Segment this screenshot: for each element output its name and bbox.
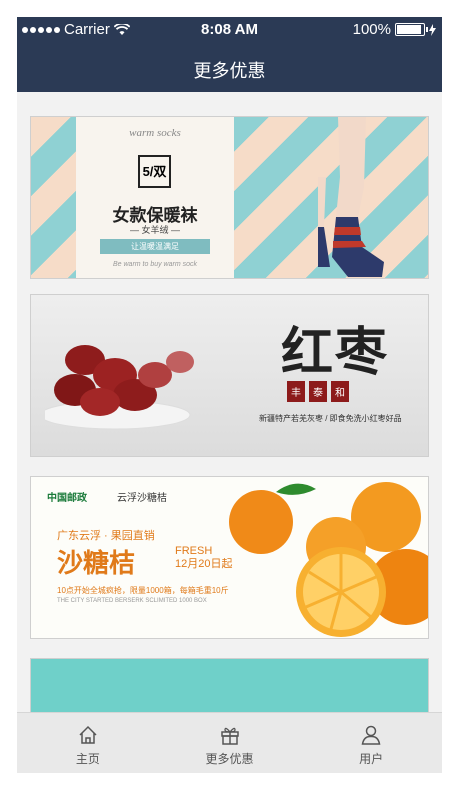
orange-line1: 广东云浮 · 果园直销 <box>57 530 155 542</box>
tab-home-label: 主页 <box>75 752 100 766</box>
orange-line3: THE CITY STARTED BERSERK SCLIMITED 1000 … <box>57 598 207 604</box>
post-brand-logo: 中国邮政 <box>47 493 87 504</box>
phone-screen: Carrier 8:08 AM 100% 更多优惠 warm socks 5/双… <box>17 17 442 773</box>
tab-user[interactable]: 用户 <box>300 713 442 773</box>
status-bar: Carrier 8:08 AM 100% <box>17 17 442 42</box>
tab-bar: 主页 更多优惠 用户 <box>17 712 442 773</box>
promo-banner-partial[interactable] <box>30 658 429 712</box>
socks-script-text: warm socks <box>129 127 181 139</box>
tab-more-deals[interactable]: 更多优惠 <box>159 713 301 773</box>
promo-banner-dates[interactable]: 红枣 丰 泰 和 新疆特产若羌灰枣 / 即食免洗小红枣好品 <box>30 294 429 457</box>
sock-leg-image <box>318 117 384 277</box>
seal-char: 丰 <box>287 381 305 402</box>
battery-group: 100% <box>353 21 436 38</box>
page-title: 更多优惠 <box>193 61 266 81</box>
tab-user-label: 用户 <box>359 752 384 766</box>
socks-subline: — 女羊绒 — <box>129 225 180 235</box>
oranges-image <box>229 482 428 637</box>
battery-percent: 100% <box>352 21 391 38</box>
battery-icon <box>395 23 428 36</box>
tab-more-deals-label: 更多优惠 <box>205 752 254 766</box>
promo-banner-oranges[interactable]: 中国邮政 云浮沙糖桔 广东云浮 · 果园直销 沙糖桔 FRESH 12月20日起… <box>30 476 429 639</box>
socks-price-logo: 5/双 <box>138 155 171 188</box>
socks-footer: Be warm to buy warm sock <box>112 261 198 268</box>
dates-seal: 丰 泰 和 <box>287 381 349 402</box>
socks-tag: 让温暖温满足 <box>100 239 210 254</box>
tab-home[interactable]: 主页 <box>17 713 159 773</box>
orange-headline: 沙糖桔 <box>57 548 136 578</box>
promo-banner-socks[interactable]: warm socks 5/双 女款保暖袜 — 女羊绒 — 让温暖温满足 Be w… <box>30 116 429 279</box>
red-dates-image <box>45 345 194 430</box>
seal-char: 泰 <box>309 381 327 402</box>
promo-list[interactable]: warm socks 5/双 女款保暖袜 — 女羊绒 — 让温暖温满足 Be w… <box>17 92 442 712</box>
navigation-bar: 更多优惠 <box>17 42 442 92</box>
orange-brand-name: 云浮沙糖桔 <box>117 493 167 504</box>
user-icon <box>361 725 381 745</box>
dates-headline: 红枣 <box>281 325 390 382</box>
gift-icon <box>220 727 239 745</box>
seal-char: 和 <box>331 381 349 402</box>
socks-card: warm socks 5/双 女款保暖袜 — 女羊绒 — 让温暖温满足 Be w… <box>76 117 234 278</box>
orange-line2: 10点开始全城疯抢，限量1000箱，每箱毛重10斤 <box>57 586 229 595</box>
charging-icon <box>429 23 436 36</box>
home-icon <box>79 725 97 744</box>
dates-subline: 新疆特产若羌灰枣 / 即食免洗小红枣好品 <box>259 414 402 423</box>
